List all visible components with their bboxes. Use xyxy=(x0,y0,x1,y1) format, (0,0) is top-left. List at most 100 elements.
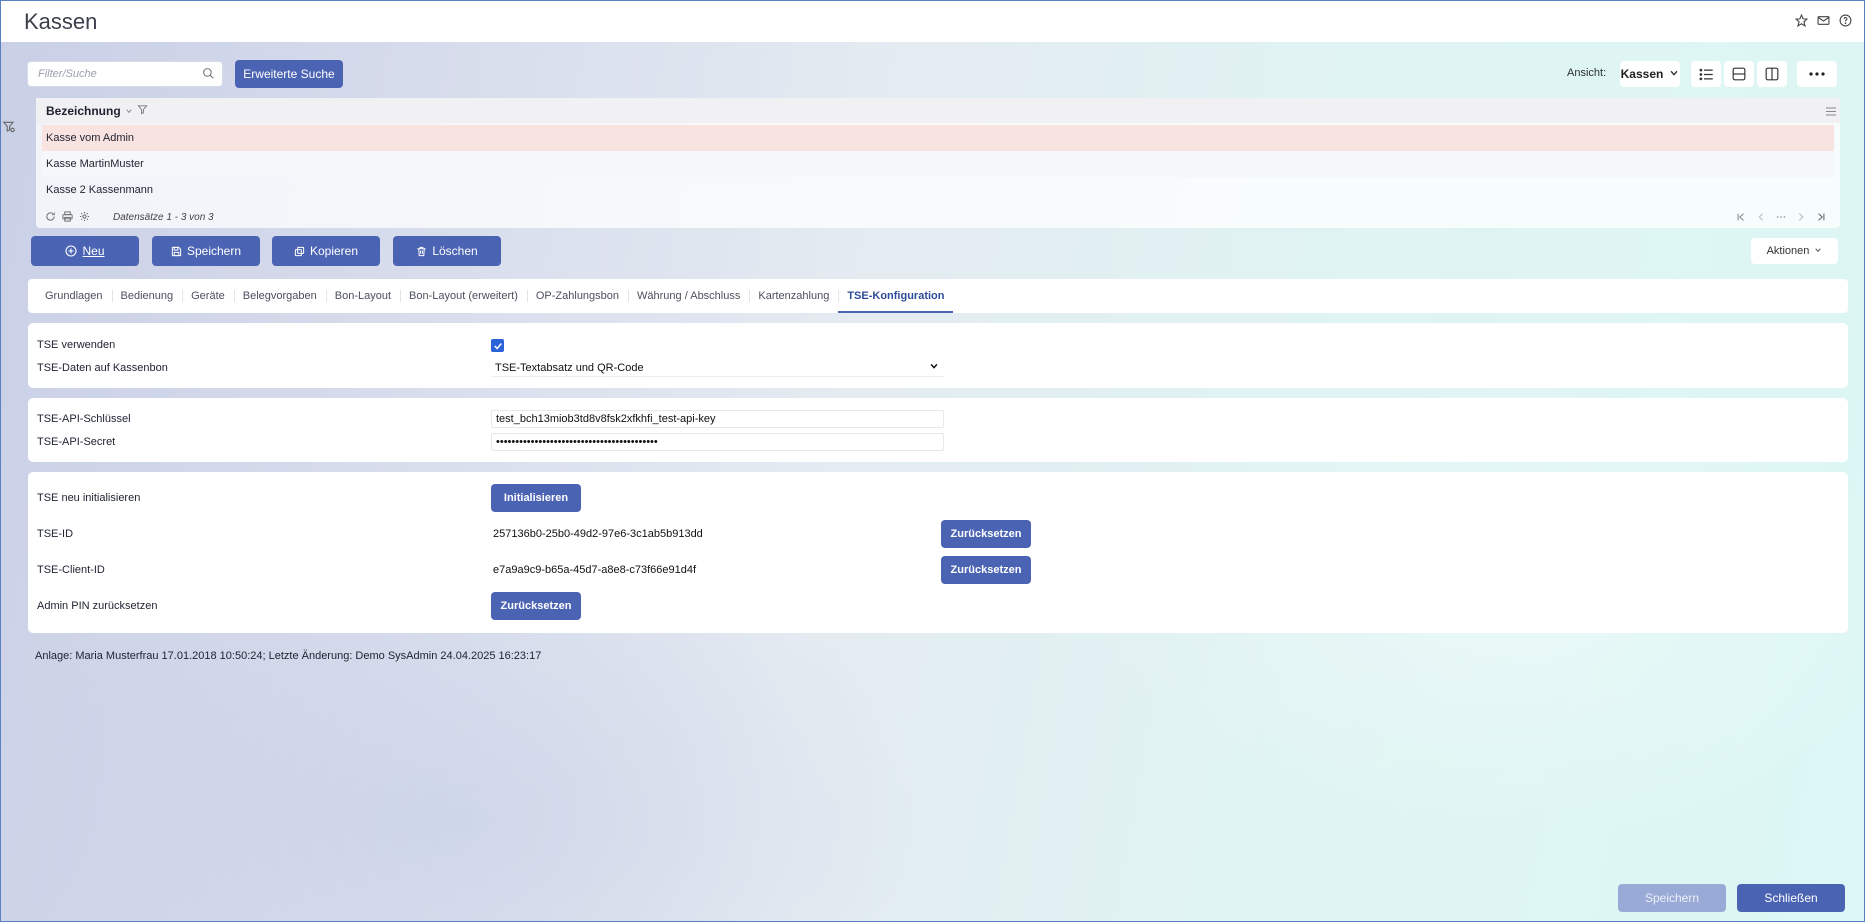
more-horizontal-icon xyxy=(1809,72,1825,76)
grid-footer: Datensätze 1 - 3 von 3 xyxy=(36,208,1840,228)
search-icon[interactable] xyxy=(202,67,215,83)
list-view-button[interactable] xyxy=(1691,61,1721,87)
split-horizontal-button[interactable] xyxy=(1724,61,1754,87)
print-icon[interactable] xyxy=(62,211,73,225)
actions-menu-button[interactable]: Aktionen xyxy=(1751,238,1838,264)
view-select-value: Kassen xyxy=(1620,67,1664,81)
tab-geraete[interactable]: Geräte xyxy=(182,279,234,313)
tse-receipt-select[interactable]: TSE-Textabsatz und QR-Code xyxy=(491,359,944,377)
help-icon[interactable] xyxy=(1838,13,1852,27)
tse-general-panel: TSE verwenden TSE-Daten auf Kassenbon TS… xyxy=(28,323,1848,388)
tse-api-panel: TSE-API-Schlüssel TSE-API-Secret xyxy=(28,398,1848,462)
reset-tse-client-id-button[interactable]: Zurücksetzen xyxy=(941,556,1031,584)
row-label: Kasse MartinMuster xyxy=(46,158,144,170)
tse-api-key-input[interactable] xyxy=(491,410,944,428)
table-row[interactable]: Kasse 2 Kassenmann xyxy=(42,177,1834,203)
split-vertical-icon xyxy=(1765,67,1779,81)
search-field[interactable] xyxy=(27,61,223,87)
save-button[interactable]: Speichern xyxy=(152,236,260,266)
checkmark-icon xyxy=(493,342,502,350)
save-label: Speichern xyxy=(186,244,242,258)
trash-icon xyxy=(417,246,426,256)
column-header-bezeichnung[interactable]: Bezeichnung xyxy=(46,104,148,118)
star-icon[interactable] xyxy=(1794,13,1808,27)
tab-tse-konfiguration[interactable]: TSE-Konfiguration xyxy=(838,279,954,313)
extended-search-label: Erweiterte Suche xyxy=(243,67,335,81)
tse-client-id-label: TSE-Client-ID xyxy=(37,564,105,576)
records-grid: Bezeichnung Kasse vom Admin Kasse Martin… xyxy=(36,98,1840,228)
chevron-down-icon xyxy=(1814,245,1822,257)
table-row[interactable]: Kasse MartinMuster xyxy=(42,151,1834,177)
records-count: Datensätze 1 - 3 von 3 xyxy=(113,212,214,223)
tab-bar: Grundlagen Bedienung Geräte Belegvorgabe… xyxy=(28,279,1848,313)
split-horizontal-icon xyxy=(1732,67,1746,81)
tse-client-id-value: e7a9a9c9-b65a-45d7-a8e8-c73f66e91d4f xyxy=(493,564,697,576)
mail-icon[interactable] xyxy=(1816,13,1830,27)
tab-bon-layout-erweitert[interactable]: Bon-Layout (erweitert) xyxy=(400,279,527,313)
column-menu-icon[interactable] xyxy=(1826,105,1836,119)
tse-id-value: 257136b0-25b0-49d2-97e6-3c1ab5b913dd xyxy=(493,528,703,540)
close-button[interactable]: Schließen xyxy=(1737,884,1845,912)
column-filter-icon[interactable] xyxy=(137,104,148,118)
extended-search-button[interactable]: Erweiterte Suche xyxy=(235,60,343,88)
admin-pin-label: Admin PIN zurücksetzen xyxy=(37,600,158,612)
settings-gear-icon[interactable] xyxy=(79,211,90,225)
filter-settings-icon[interactable] xyxy=(2,120,16,134)
tse-receipt-label: TSE-Daten auf Kassenbon xyxy=(37,362,168,374)
header-icons xyxy=(1794,13,1852,27)
row-label: Kasse 2 Kassenmann xyxy=(46,184,154,196)
tse-use-label: TSE verwenden xyxy=(37,339,116,351)
grid-header: Bezeichnung xyxy=(36,98,1840,123)
tse-api-secret-input[interactable] xyxy=(491,433,944,451)
delete-label: Löschen xyxy=(432,244,478,258)
new-button[interactable]: Neu xyxy=(31,236,139,266)
pager xyxy=(1736,211,1826,225)
first-page-icon[interactable] xyxy=(1736,211,1746,225)
footer-save-button[interactable]: Speichern xyxy=(1618,884,1726,912)
tse-maintenance-panel: TSE neu initialisieren Initialisieren TS… xyxy=(28,472,1848,633)
new-label: Neu xyxy=(82,244,105,258)
tse-api-key-label: TSE-API-Schlüssel xyxy=(37,413,131,425)
more-options-button[interactable] xyxy=(1797,61,1837,87)
audit-info: Anlage: Maria Musterfrau 17.01.2018 10:5… xyxy=(35,650,542,662)
initialize-button[interactable]: Initialisieren xyxy=(491,484,581,512)
tab-grundlagen[interactable]: Grundlagen xyxy=(36,279,112,313)
split-vertical-button[interactable] xyxy=(1757,61,1787,87)
reset-admin-pin-button[interactable]: Zurücksetzen xyxy=(491,592,581,620)
search-input[interactable] xyxy=(28,62,193,86)
tab-waehrung-abschluss[interactable]: Währung / Abschluss xyxy=(628,279,749,313)
copy-label: Kopieren xyxy=(309,244,359,258)
list-icon xyxy=(1698,68,1713,80)
column-title: Bezeichnung xyxy=(46,104,121,118)
tse-reinit-label: TSE neu initialisieren xyxy=(37,492,141,504)
tse-api-secret-label: TSE-API-Secret xyxy=(37,436,116,448)
save-icon xyxy=(171,246,182,256)
next-page-icon[interactable] xyxy=(1796,211,1806,225)
view-select[interactable]: Kassen xyxy=(1620,61,1680,87)
prev-page-icon[interactable] xyxy=(1756,211,1766,225)
copy-button[interactable]: Kopieren xyxy=(272,236,380,266)
tab-kartenzahlung[interactable]: Kartenzahlung xyxy=(749,279,838,313)
view-label: Ansicht: xyxy=(1567,67,1607,79)
page-ellipsis-icon xyxy=(1776,211,1786,225)
tab-bedienung[interactable]: Bedienung xyxy=(111,279,183,313)
tab-bon-layout[interactable]: Bon-Layout xyxy=(325,279,400,313)
tab-op-zahlungsbon[interactable]: OP-Zahlungsbon xyxy=(526,279,628,313)
tse-receipt-value: TSE-Textabsatz und QR-Code xyxy=(495,361,644,374)
plus-circle-icon xyxy=(65,245,78,257)
page-title: Kassen xyxy=(24,9,98,34)
reset-tse-id-button[interactable]: Zurücksetzen xyxy=(941,520,1031,548)
delete-button[interactable]: Löschen xyxy=(393,236,501,266)
refresh-icon[interactable] xyxy=(45,211,56,225)
title-bar: Kassen xyxy=(1,1,1864,42)
chevron-down-icon xyxy=(929,361,939,374)
copy-icon xyxy=(294,246,305,256)
row-label: Kasse vom Admin xyxy=(46,132,135,144)
tse-use-checkbox[interactable] xyxy=(491,339,504,352)
chevron-down-icon xyxy=(1669,67,1679,81)
table-row[interactable]: Kasse vom Admin xyxy=(42,125,1834,151)
last-page-icon[interactable] xyxy=(1816,211,1826,225)
tse-id-label: TSE-ID xyxy=(37,528,74,540)
sort-chevron-icon[interactable] xyxy=(125,104,133,118)
tab-belegvorgaben[interactable]: Belegvorgaben xyxy=(233,279,326,313)
